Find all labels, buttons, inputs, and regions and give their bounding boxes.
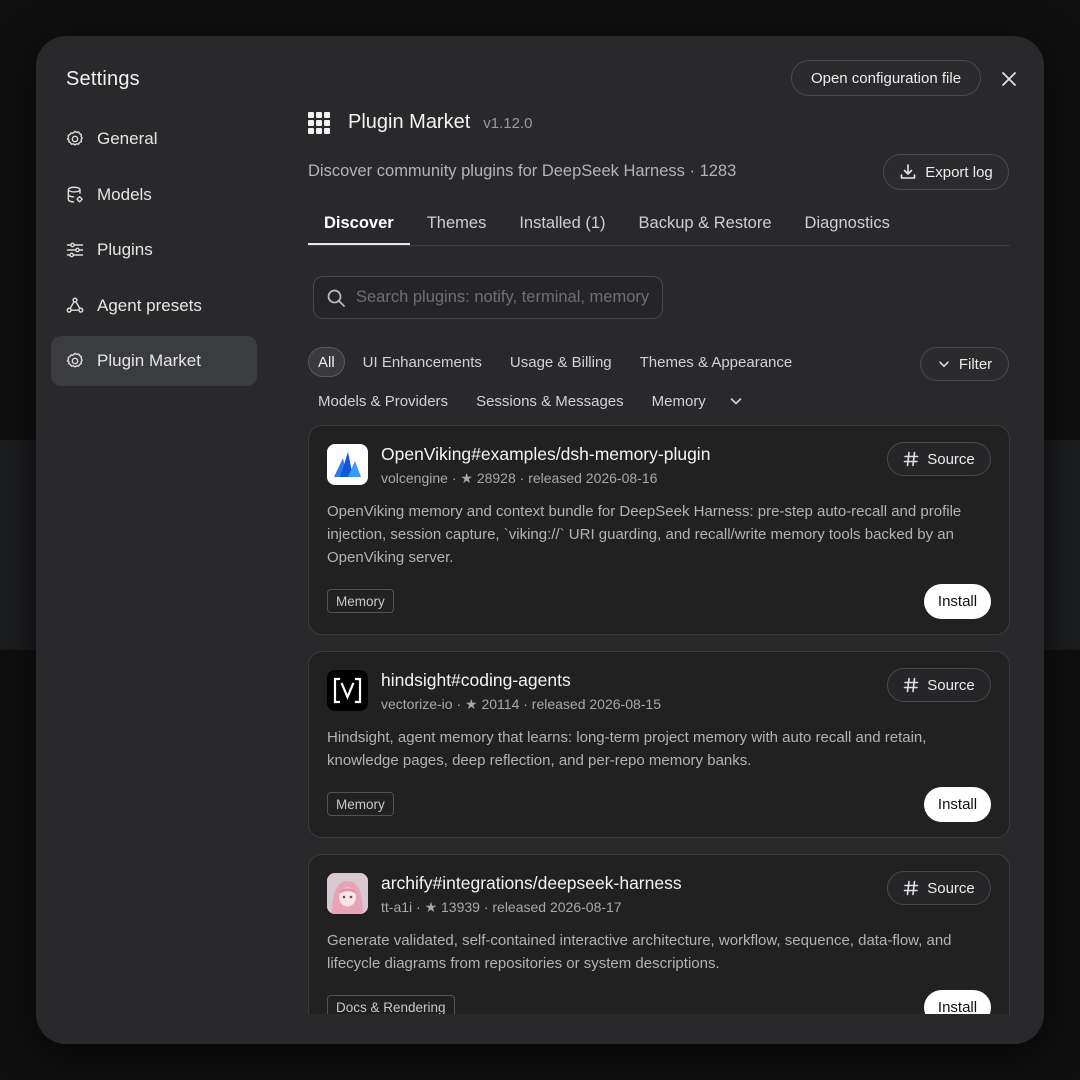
market-header: Plugin Market v1.12.0: [308, 111, 533, 134]
market-tabs: Discover Themes Installed (1) Backup & R…: [308, 204, 1010, 246]
filter-label: Filter: [958, 355, 993, 373]
chip-themes-appearance[interactable]: Themes & Appearance: [626, 347, 807, 377]
source-button[interactable]: Source: [887, 668, 991, 702]
tab-discover[interactable]: Discover: [308, 204, 410, 245]
chip-usage-billing[interactable]: Usage & Billing: [496, 347, 626, 377]
archify-avatar-icon: [327, 873, 368, 914]
version-label: v1.12.0: [483, 115, 533, 132]
install-button[interactable]: Install: [924, 584, 991, 619]
search-icon: [327, 289, 345, 307]
openviking-logo-icon: [327, 444, 368, 485]
plugin-list: OpenViking#examples/dsh-memory-plugin vo…: [308, 425, 1010, 1044]
source-button[interactable]: Source: [887, 442, 991, 476]
database-icon: [67, 186, 83, 203]
nav-item-label: Models: [97, 184, 152, 204]
source-label: Source: [927, 879, 975, 897]
chip-memory[interactable]: Memory: [638, 386, 720, 416]
tab-installed[interactable]: Installed (1): [503, 204, 621, 245]
plugin-description: OpenViking memory and context bundle for…: [327, 503, 962, 566]
install-button[interactable]: Install: [924, 787, 991, 822]
nav-item-label: Agent presets: [97, 295, 202, 315]
hindsight-logo-icon: [327, 670, 368, 711]
tab-themes[interactable]: Themes: [411, 204, 503, 245]
plugin-meta: vectorize-io · ★ 20114 · released 2026-0…: [381, 696, 661, 712]
plugin-meta: tt-a1i · ★ 13939 · released 2026-08-17: [381, 899, 622, 915]
main-panel: Plugin Market v1.12.0 Discover community…: [36, 36, 1044, 1044]
page-title: Plugin Market: [348, 111, 471, 133]
list-clip-mask: [36, 1014, 1044, 1044]
search-input[interactable]: [356, 288, 656, 307]
nav-item-label: General: [97, 129, 158, 148]
source-button[interactable]: Source: [887, 871, 991, 905]
export-log-label: Export log: [925, 163, 993, 181]
plugin-name[interactable]: hindsight#coding-agents: [381, 670, 571, 691]
more-categories-button[interactable]: [728, 393, 744, 409]
nav-item-label: Plugin Market: [97, 351, 201, 370]
category-chips: All UI Enhancements Usage & Billing Them…: [308, 347, 908, 425]
plugin-description: Generate validated, self-contained inter…: [327, 932, 952, 972]
chip-row: All UI Enhancements Usage & Billing Them…: [308, 347, 908, 377]
plugin-tag: Memory: [327, 589, 394, 613]
filter-button[interactable]: Filter: [920, 347, 1009, 381]
plugin-tag: Memory: [327, 792, 394, 816]
search-box: [313, 276, 663, 319]
plugin-name[interactable]: OpenViking#examples/dsh-memory-plugin: [381, 444, 710, 465]
nav-item-plugins[interactable]: Plugins: [51, 225, 257, 275]
tab-diagnostics[interactable]: Diagnostics: [789, 204, 906, 245]
nav-item-plugin-market[interactable]: Plugin Market: [51, 336, 257, 386]
settings-nav: General Models Plugins Agent presets Plu…: [51, 114, 257, 392]
grid-icon: [308, 111, 330, 134]
nav-item-general[interactable]: General: [51, 114, 257, 164]
plugin-meta: volcengine · ★ 28928 · released 2026-08-…: [381, 470, 658, 486]
chip-models-providers[interactable]: Models & Providers: [308, 386, 462, 416]
settings-dialog: Settings General Models Plugins Agent pr…: [36, 36, 1044, 1044]
chevron-down-icon: [730, 398, 742, 405]
source-label: Source: [927, 450, 975, 468]
hash-icon: [903, 677, 919, 693]
nav-item-models[interactable]: Models: [51, 170, 257, 220]
plugin-card: OpenViking#examples/dsh-memory-plugin vo…: [308, 425, 1010, 635]
chevron-down-icon: [939, 361, 949, 367]
gear-icon: [66, 352, 83, 368]
settings-title: Settings: [66, 68, 140, 90]
plugin-name[interactable]: archify#integrations/deepseek-harness: [381, 873, 682, 894]
chip-sessions-messages[interactable]: Sessions & Messages: [462, 386, 638, 416]
nav-item-agent-presets[interactable]: Agent presets: [51, 281, 257, 331]
source-label: Source: [927, 676, 975, 694]
plugin-card: hindsight#coding-agents vectorize-io · ★…: [308, 651, 1010, 838]
chip-all[interactable]: All: [308, 347, 345, 377]
market-description: Discover community plugins for DeepSeek …: [308, 162, 737, 180]
tab-backup-restore[interactable]: Backup & Restore: [623, 204, 788, 245]
plugin-description: Hindsight, agent memory that learns: lon…: [327, 729, 927, 769]
chip-ui-enhancements[interactable]: UI Enhancements: [349, 347, 496, 377]
sliders-icon: [66, 242, 84, 258]
download-icon: [900, 164, 916, 179]
gear-icon: [66, 130, 83, 146]
hash-icon: [903, 880, 919, 896]
chip-row: Models & Providers Sessions & Messages M…: [308, 386, 908, 416]
hash-icon: [903, 451, 919, 467]
export-log-button[interactable]: Export log: [883, 154, 1009, 190]
agents-icon: [66, 297, 84, 313]
nav-item-label: Plugins: [97, 240, 153, 259]
